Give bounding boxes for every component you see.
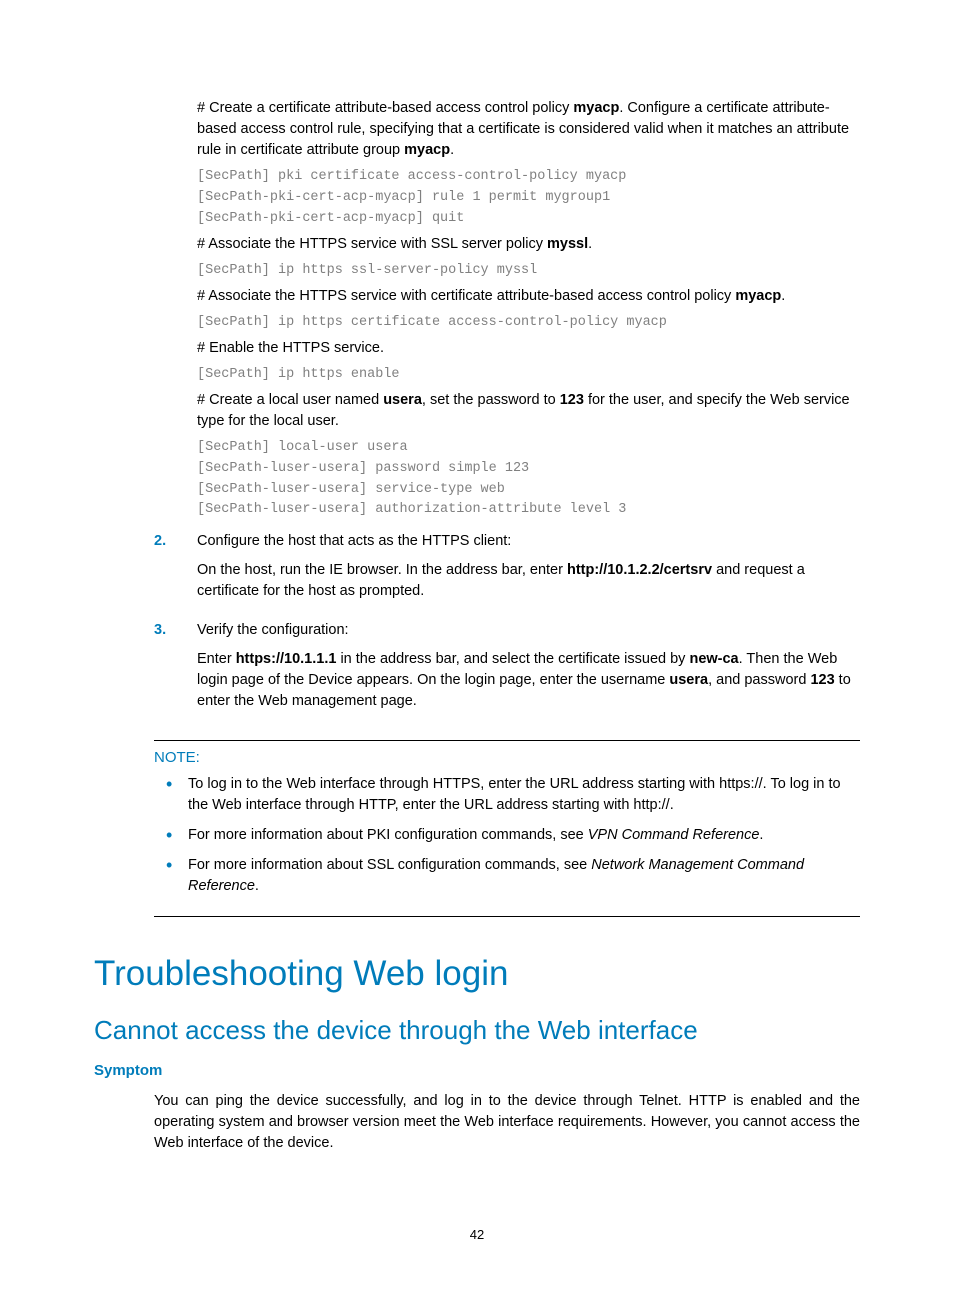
- bold-text: 123: [810, 672, 834, 688]
- list-item: 2. Configure the host that acts as the H…: [154, 531, 860, 610]
- bullet-text: To log in to the Web interface through H…: [188, 774, 860, 815]
- code-block: [SecPath] ip https certificate access-co…: [197, 313, 860, 334]
- italic-text: VPN Command Reference: [588, 827, 760, 843]
- page-number: 42: [0, 1226, 954, 1244]
- bold-text: usera: [669, 672, 708, 688]
- paragraph: # Enable the HTTPS service.: [197, 338, 860, 359]
- bullet-text: For more information about SSL configura…: [188, 855, 860, 896]
- list-number: 2.: [154, 531, 197, 610]
- bold-text: myacp: [404, 142, 450, 158]
- text: # Associate the HTTPS service with SSL s…: [197, 236, 547, 252]
- code-block: [SecPath] local-user usera [SecPath-luse…: [197, 438, 860, 522]
- bullet-item: • For more information about SSL configu…: [154, 855, 860, 896]
- paragraph: Verify the configuration:: [197, 620, 860, 641]
- paragraph: Configure the host that acts as the HTTP…: [197, 531, 860, 552]
- text: in the address bar, and select the certi…: [336, 651, 689, 667]
- list-body: Configure the host that acts as the HTTP…: [197, 531, 860, 610]
- text: # Create a local user named: [197, 392, 383, 408]
- text: , set the password to: [422, 392, 560, 408]
- bold-text: http://10.1.2.2/certsrv: [567, 562, 712, 578]
- heading-2: Cannot access the device through the Web…: [94, 1012, 860, 1048]
- heading-3: Symptom: [94, 1060, 860, 1081]
- bullet-icon: •: [166, 825, 188, 845]
- text: , and password: [708, 672, 810, 688]
- note-label: NOTE:: [154, 747, 860, 768]
- paragraph: Enter https://10.1.1.1 in the address ba…: [197, 649, 860, 712]
- bold-text: 123: [560, 392, 584, 408]
- bold-text: https://10.1.1.1: [236, 651, 337, 667]
- bold-text: myacp: [573, 100, 619, 116]
- bold-text: myssl: [547, 236, 588, 252]
- bullet-text: For more information about PKI configura…: [188, 825, 860, 845]
- text: .: [450, 142, 454, 158]
- bold-text: new-ca: [689, 651, 738, 667]
- paragraph: # Associate the HTTPS service with SSL s…: [197, 234, 860, 255]
- text: # Associate the HTTPS service with certi…: [197, 288, 735, 304]
- text: .: [759, 827, 763, 843]
- document-page: # Create a certificate attribute-based a…: [0, 0, 954, 1296]
- bullet-icon: •: [166, 855, 188, 896]
- text: # Create a certificate attribute-based a…: [197, 100, 573, 116]
- text: .: [588, 236, 592, 252]
- list-body: Verify the configuration: Enter https://…: [197, 620, 860, 720]
- bullet-item: • For more information about PKI configu…: [154, 825, 860, 845]
- bold-text: usera: [383, 392, 422, 408]
- bullet-icon: •: [166, 774, 188, 815]
- heading-1: Troubleshooting Web login: [94, 949, 860, 998]
- text: For more information about SSL configura…: [188, 857, 591, 873]
- text: .: [255, 878, 259, 894]
- bullet-item: • To log in to the Web interface through…: [154, 774, 860, 815]
- code-block: [SecPath] ip https enable: [197, 365, 860, 386]
- note-block: NOTE: • To log in to the Web interface t…: [154, 740, 860, 916]
- section-body: # Create a certificate attribute-based a…: [197, 98, 860, 521]
- paragraph: # Associate the HTTPS service with certi…: [197, 286, 860, 307]
- paragraph: On the host, run the IE browser. In the …: [197, 560, 860, 602]
- bold-text: myacp: [735, 288, 781, 304]
- list-item: 3. Verify the configuration: Enter https…: [154, 620, 860, 720]
- text: Enter: [197, 651, 236, 667]
- text: For more information about PKI configura…: [188, 827, 588, 843]
- code-block: [SecPath] ip https ssl-server-policy mys…: [197, 261, 860, 282]
- code-block: [SecPath] pki certificate access-control…: [197, 167, 860, 230]
- text: .: [781, 288, 785, 304]
- paragraph: You can ping the device successfully, an…: [154, 1091, 860, 1154]
- list-number: 3.: [154, 620, 197, 720]
- paragraph: # Create a certificate attribute-based a…: [197, 98, 860, 161]
- paragraph: # Create a local user named usera, set t…: [197, 390, 860, 432]
- text: On the host, run the IE browser. In the …: [197, 562, 567, 578]
